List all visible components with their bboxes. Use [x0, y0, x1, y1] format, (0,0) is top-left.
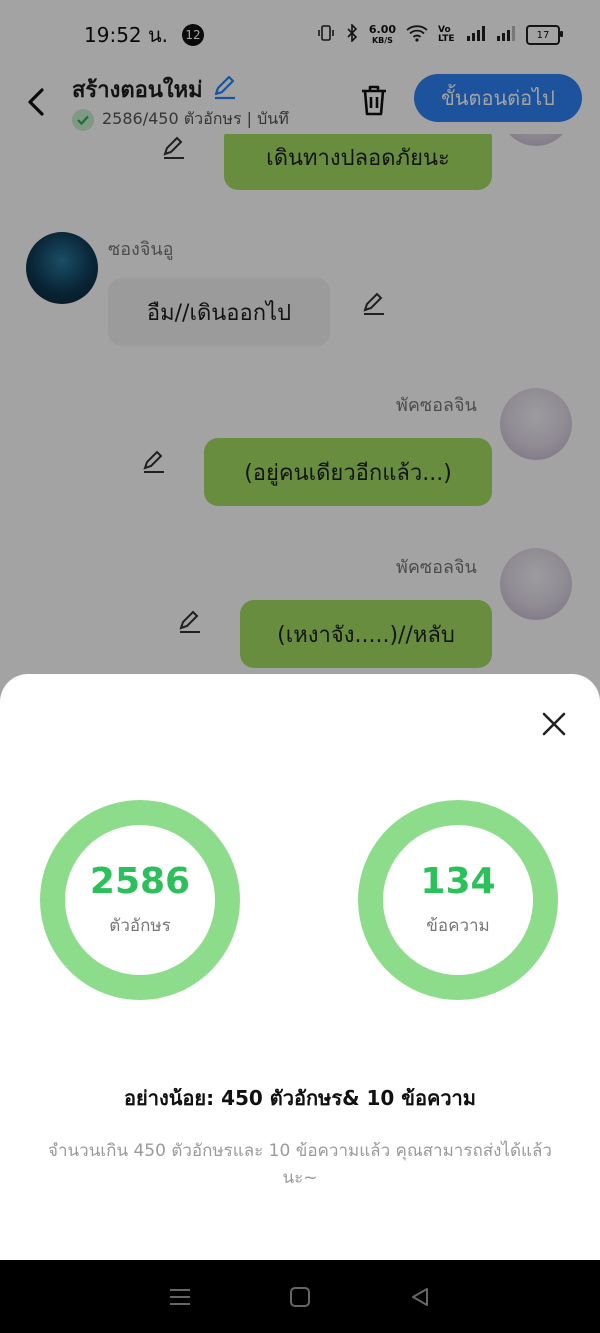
character-count-value: 2586	[89, 860, 191, 902]
message-count-label: ข้อความ	[426, 915, 490, 936]
stats-bottom-sheet: 2586 ตัวอักษร 134 ข้อความ อย่างน้อย: 450…	[0, 674, 600, 1260]
message-count-value: 134	[420, 860, 496, 902]
back-triangle-icon	[412, 1287, 428, 1306]
close-button[interactable]	[536, 706, 572, 742]
message-count-ring: 134 ข้อความ	[358, 800, 558, 1000]
system-nav-bar	[0, 1260, 600, 1333]
menu-icon	[170, 1288, 190, 1305]
close-icon	[542, 712, 566, 736]
hint-text: จำนวนเกิน 450 ตัวอักษรและ 10 ข้อความแล้ว…	[48, 1141, 552, 1188]
recent-apps-button[interactable]	[160, 1277, 200, 1317]
character-count-ring: 2586 ตัวอักษร	[40, 800, 240, 1000]
back-nav-button[interactable]	[400, 1277, 440, 1317]
minimum-requirement-text: อย่างน้อย: 450 ตัวอักษร& 10 ข้อความ	[124, 1086, 476, 1110]
home-button[interactable]	[280, 1277, 320, 1317]
home-icon	[290, 1286, 310, 1307]
character-count-label: ตัวอักษร	[109, 915, 171, 936]
